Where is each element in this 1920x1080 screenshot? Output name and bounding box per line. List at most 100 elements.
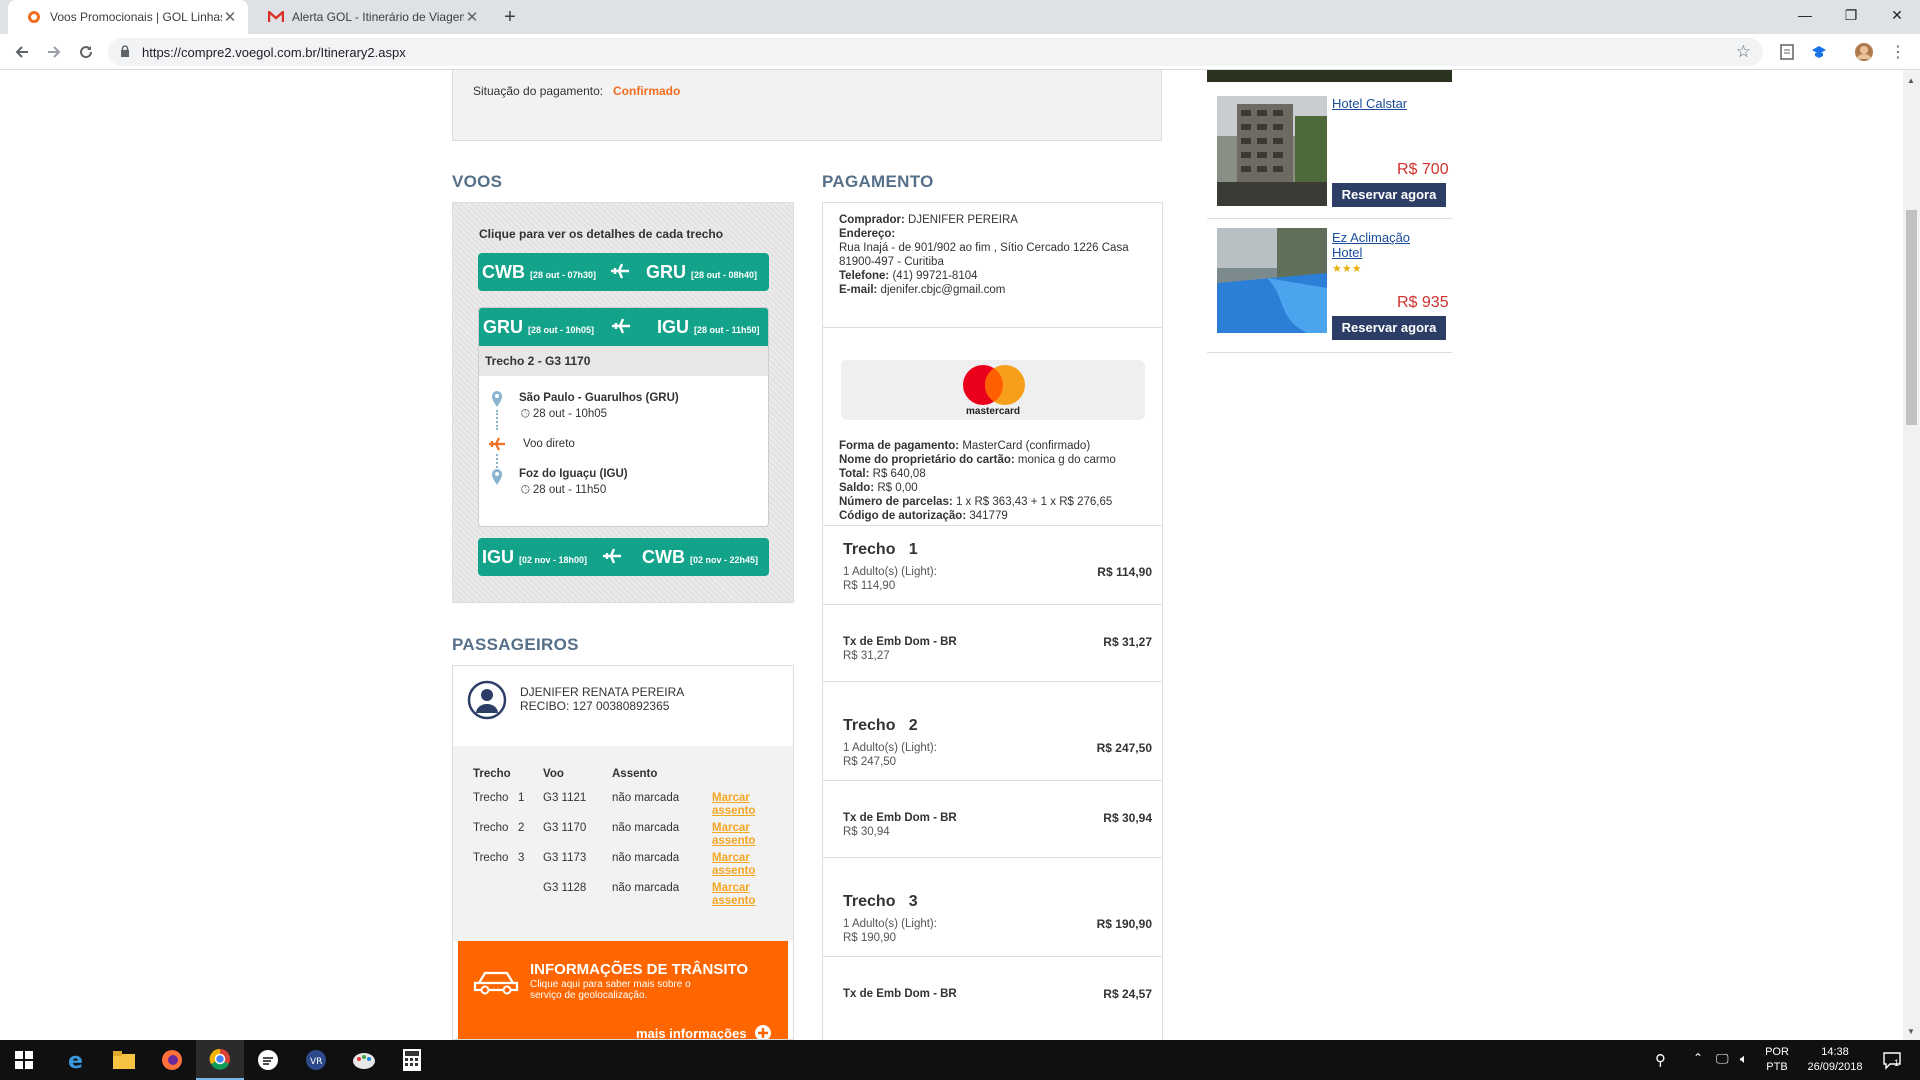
tax-label: Tx de Emb Dom - BR bbox=[843, 988, 957, 1000]
tab-close-icon[interactable]: ✕ bbox=[464, 8, 480, 26]
hotel-price: R$ 700 bbox=[1397, 161, 1449, 178]
tab-gmail-alert[interactable]: Alerta GOL - Itinerário de Viagem ✕ bbox=[250, 0, 490, 34]
mark-seat-link[interactable]: Marcar assento bbox=[712, 792, 755, 818]
back-button[interactable] bbox=[10, 40, 34, 64]
passengers-panel: DJENIFER RENATA PEREIRA RECIBO: 127 0038… bbox=[452, 665, 794, 1040]
messaging-app-icon[interactable] bbox=[244, 1040, 292, 1080]
calculator-icon[interactable] bbox=[388, 1040, 436, 1080]
hotel-calstar-image[interactable] bbox=[1217, 96, 1327, 206]
fare-label: 1 Adulto(s) (Light): bbox=[843, 918, 937, 930]
windows-taskbar: e VR ⚲ ⌃ 🖵︎ 🔈︎ POR PTB 14:38 26/09/2018 1 bbox=[0, 1040, 1920, 1080]
flight-leg-1[interactable]: CWB [28 out - 07h30] GRU [28 out - 08h40… bbox=[478, 253, 769, 291]
leg-destination-time: [02 nov - 22h45] bbox=[690, 555, 759, 565]
reload-button[interactable] bbox=[74, 40, 98, 64]
extension-shield-icon[interactable] bbox=[1809, 42, 1829, 62]
edge-browser-icon[interactable]: e bbox=[52, 1040, 100, 1080]
tab-title: Voos Promocionais | GOL Linhas bbox=[50, 10, 222, 24]
card-brand-text: mastercard bbox=[966, 406, 1020, 417]
scroll-down-arrow-icon[interactable]: ▼ bbox=[1907, 1027, 1915, 1036]
car-icon bbox=[473, 971, 519, 995]
total-value: R$ 640,08 bbox=[872, 468, 926, 480]
page-scrollbar[interactable]: ▲ ▼ bbox=[1903, 70, 1920, 1040]
fare-trecho-title: Trecho 3 bbox=[843, 893, 918, 910]
tax-sub: R$ 30,94 bbox=[843, 826, 890, 838]
balance-label: Saldo: bbox=[839, 482, 875, 494]
tray-chevron-icon[interactable]: ⌃ bbox=[1693, 1051, 1703, 1065]
tax-sub: R$ 31,27 bbox=[843, 650, 890, 662]
chrome-icon[interactable] bbox=[196, 1040, 244, 1080]
paint-app-icon[interactable] bbox=[340, 1040, 388, 1080]
reserve-now-button[interactable]: Reservar agora bbox=[1332, 316, 1446, 340]
map-pin-icon bbox=[492, 391, 502, 407]
route-dotted-line bbox=[496, 454, 498, 468]
network-icon[interactable]: 🖵︎ bbox=[1716, 1051, 1729, 1067]
bookmark-star-icon[interactable]: ☆ bbox=[1736, 42, 1751, 62]
more-info-link[interactable]: mais informações bbox=[636, 1026, 747, 1039]
address-bar[interactable]: https://compre2.voegol.com.br/Itinerary2… bbox=[108, 38, 1763, 66]
clock-date: 26/09/2018 bbox=[1807, 1061, 1863, 1073]
flight-leg-3[interactable]: IGU [02 nov - 18h00] CWB [02 nov - 22h45… bbox=[478, 538, 769, 576]
leg-origin: GRU bbox=[483, 317, 523, 337]
tab-gol-promos[interactable]: Voos Promocionais | GOL Linhas ✕ bbox=[8, 0, 248, 34]
mark-seat-link[interactable]: Marcar assento bbox=[712, 822, 755, 848]
vpn-app-icon[interactable]: VR bbox=[292, 1040, 340, 1080]
traffic-info-text: Clique aqui para saber mais sobre o serv… bbox=[530, 979, 691, 1001]
buyer-label: Comprador: bbox=[839, 214, 905, 226]
tax-amount: R$ 24,57 bbox=[1103, 987, 1152, 1001]
table-cell-voo: G3 1128 bbox=[543, 882, 587, 894]
new-tab-button[interactable]: + bbox=[498, 5, 522, 29]
traffic-info-banner[interactable]: INFORMAÇÕES DE TRÂNSITO Clique aqui para… bbox=[458, 941, 788, 1040]
fare-amount: R$ 247,50 bbox=[1096, 741, 1152, 755]
firefox-icon[interactable] bbox=[148, 1040, 196, 1080]
phone-label: Telefone: bbox=[839, 270, 890, 282]
tab-title: Alerta GOL - Itinerário de Viagem bbox=[292, 10, 464, 24]
mark-seat-link[interactable]: Marcar assento bbox=[712, 882, 755, 908]
address-label: Endereço: bbox=[839, 228, 896, 240]
leg-destination-time: [28 out - 11h50] bbox=[694, 325, 760, 335]
tax-amount: R$ 31,27 bbox=[1103, 635, 1152, 649]
url-text: https://compre2.voegol.com.br/Itinerary2… bbox=[142, 45, 406, 60]
browser-toolbar: https://compre2.voegol.com.br/Itinerary2… bbox=[0, 34, 1920, 70]
plane-orange-icon bbox=[489, 437, 505, 451]
close-window-button[interactable]: ✕ bbox=[1874, 0, 1920, 30]
divider bbox=[823, 681, 1162, 682]
clock-time: 14:38 bbox=[1821, 1046, 1849, 1058]
clock[interactable]: 14:38 26/09/2018 bbox=[1800, 1045, 1870, 1075]
windows-start-icon[interactable] bbox=[0, 1040, 48, 1080]
file-explorer-icon[interactable] bbox=[100, 1040, 148, 1080]
table-cell-assento: não marcada bbox=[612, 852, 680, 864]
extension-page-icon[interactable] bbox=[1777, 42, 1797, 62]
browser-tab-bar: Voos Promocionais | GOL Linhas ✕ Alerta … bbox=[0, 0, 1920, 34]
flight-type: Voo direto bbox=[523, 438, 575, 450]
forward-button[interactable] bbox=[42, 40, 66, 64]
clock-icon: 🕓︎ bbox=[521, 408, 530, 420]
volume-icon[interactable]: 🔈︎ bbox=[1740, 1051, 1748, 1067]
flight-leg-2-expanded[interactable]: GRU [28 out - 10h05] IGU [28 out - 11h50… bbox=[478, 307, 769, 527]
scroll-up-arrow-icon[interactable]: ▲ bbox=[1907, 76, 1915, 85]
restore-button[interactable]: ❐ bbox=[1828, 0, 1874, 30]
tab-close-icon[interactable]: ✕ bbox=[222, 8, 238, 26]
flights-panel: Clique para ver os detalhes de cada trec… bbox=[452, 202, 794, 603]
svg-text:e: e bbox=[68, 1049, 83, 1071]
phone-value: (41) 99721-8104 bbox=[892, 270, 978, 282]
plus-circle-icon[interactable] bbox=[754, 1024, 772, 1040]
minimize-button[interactable]: — bbox=[1782, 0, 1828, 30]
people-icon[interactable]: ⚲ bbox=[1655, 1051, 1666, 1069]
mark-seat-link[interactable]: Marcar assento bbox=[712, 852, 755, 878]
flight-leg-2-header[interactable]: GRU [28 out - 10h05] IGU [28 out - 11h50… bbox=[479, 308, 768, 346]
hotel-name-link[interactable]: Hotel Calstar bbox=[1332, 96, 1407, 111]
menu-kebab-icon[interactable]: ⋮ bbox=[1888, 42, 1908, 62]
profile-avatar[interactable] bbox=[1854, 42, 1874, 62]
col-header-trecho: Trecho bbox=[473, 768, 511, 780]
card-brand-box: mastercard bbox=[841, 360, 1145, 420]
input-language[interactable]: POR PTB bbox=[1762, 1045, 1792, 1075]
seat-table: Trecho Voo Assento Trecho 1 G3 1121 não … bbox=[453, 746, 793, 941]
hotel-ez-aclimacao-image[interactable] bbox=[1217, 228, 1327, 338]
tax-label: Tx de Emb Dom - BR bbox=[843, 636, 957, 648]
notification-center-icon[interactable]: 1 bbox=[1882, 1050, 1902, 1070]
reserve-now-button[interactable]: Reservar agora bbox=[1332, 183, 1446, 207]
leg-origin: IGU bbox=[482, 547, 515, 567]
scrollbar-thumb[interactable] bbox=[1906, 210, 1917, 425]
hotel-name-link[interactable]: Ez Aclimação Hotel bbox=[1332, 230, 1410, 260]
plane-icon bbox=[611, 263, 629, 279]
